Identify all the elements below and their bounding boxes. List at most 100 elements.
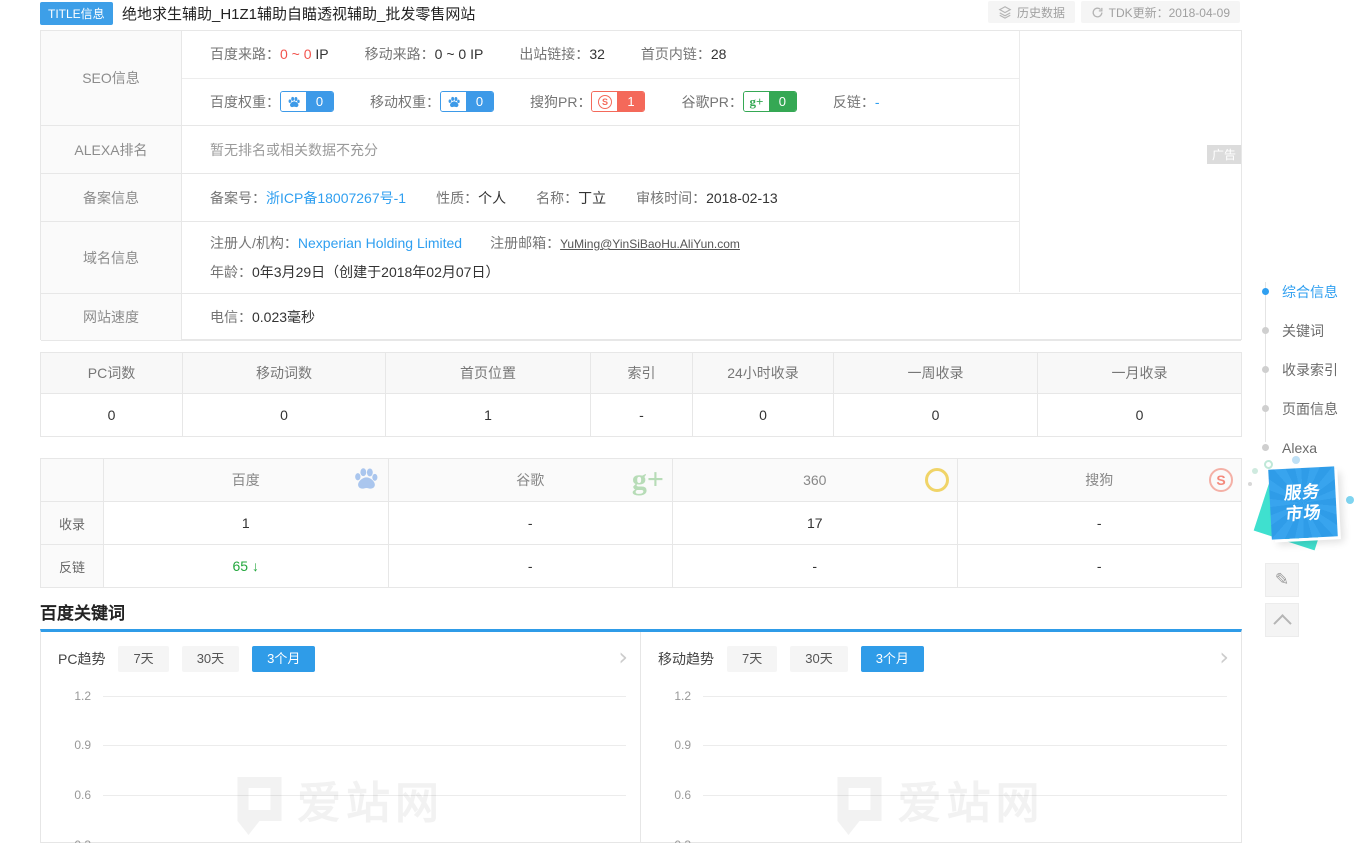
backlink-baidu: 65 ↓ xyxy=(104,545,389,587)
baidu-paw-icon xyxy=(441,92,466,111)
stats-header: 一月收录 xyxy=(1038,353,1241,393)
baidu-weight[interactable]: 百度权重：0 xyxy=(210,91,334,112)
back-to-top-button[interactable] xyxy=(1265,603,1299,637)
y-tick: 0.9 xyxy=(55,738,91,752)
collect-row-label: 收录 xyxy=(41,502,104,544)
stats-header: 24小时收录 xyxy=(693,353,834,393)
edit-button[interactable]: ✎ xyxy=(1265,563,1299,597)
tdk-button-label: TDK更新：2018-04-09 xyxy=(1109,4,1230,21)
sogou-s-icon: S xyxy=(592,92,617,111)
chevron-up-icon xyxy=(1273,614,1291,632)
y-tick: 0.6 xyxy=(55,788,91,802)
mobile-trend-panel: 移动趋势 7天 30天 3个月 › 1.2 0.9 0.6 0.3 爱站网 xyxy=(641,632,1241,842)
backlink-row: 反链 65 ↓ - - - xyxy=(41,544,1241,587)
google-pr-badge[interactable]: g+0 xyxy=(743,91,797,112)
mobile-tab-7d[interactable]: 7天 xyxy=(727,646,777,672)
nav-item-keywords[interactable]: 关键词 xyxy=(1262,311,1362,350)
backlink-baidu-link[interactable]: 65 ↓ xyxy=(233,558,259,574)
seo-info-table: SEO信息 百度来路：0 ~ 0 IP 移动来路：0 ~ 0 IP 出站链接：3… xyxy=(40,30,1242,340)
pc-tab-7d[interactable]: 7天 xyxy=(118,646,168,672)
speed-value: 电信：0.023毫秒 xyxy=(210,307,315,327)
google-pr[interactable]: 谷歌PR：g+0 xyxy=(681,91,796,112)
aizhan-watermark: 爱站网 xyxy=(838,767,1045,831)
y-tick: 0.3 xyxy=(655,838,691,843)
gridline xyxy=(703,795,1227,796)
baidu-paw-icon xyxy=(281,92,306,111)
engine-header-row: 百度 谷歌g+ 360 搜狗S xyxy=(41,459,1241,501)
pc-trend-label: PC趋势 xyxy=(58,649,105,669)
baidu-weight-badge[interactable]: 0 xyxy=(280,91,334,112)
nav-item-page-info[interactable]: 页面信息 xyxy=(1262,389,1362,428)
domain-age-line: 年龄：0年3月29日（创建于2018年02月07日） xyxy=(210,262,499,282)
mobile-weight[interactable]: 移动权重：0 xyxy=(370,91,494,112)
sogou-pr[interactable]: 搜狗PR：S1 xyxy=(530,91,645,112)
stats-value-row: 0 0 1 - 0 0 0 xyxy=(41,393,1241,436)
row-label-icp: 备案信息 xyxy=(41,174,182,221)
gridline xyxy=(103,696,626,697)
y-tick: 0.3 xyxy=(55,838,91,843)
sogou-pr-badge[interactable]: S1 xyxy=(591,91,645,112)
stats-value: 0 xyxy=(834,393,1038,436)
pc-panel-next-icon[interactable]: › xyxy=(618,644,628,670)
pc-tab-30d[interactable]: 30天 xyxy=(182,646,239,672)
engine-header-360: 360 xyxy=(673,459,958,501)
y-tick: 1.2 xyxy=(55,689,91,703)
baidu-traffic: 百度来路：0 ~ 0 IP xyxy=(210,44,329,64)
backlinks: 反链：- xyxy=(833,92,880,112)
register-email: 注册邮箱：YuMing@YinSiBaoHu.AliYun.com xyxy=(490,233,740,253)
mobile-tab-3m[interactable]: 3个月 xyxy=(861,646,924,672)
gridline xyxy=(103,795,626,796)
nav-dot xyxy=(1262,366,1269,373)
register-email-link[interactable]: YuMing@YinSiBaoHu.AliYun.com xyxy=(560,237,740,251)
gridline xyxy=(703,696,1227,697)
nav-item-index[interactable]: 收录索引 xyxy=(1262,350,1362,389)
stats-header: 一周收录 xyxy=(834,353,1038,393)
stats-header-row: PC词数 移动词数 首页位置 索引 24小时收录 一周收录 一月收录 xyxy=(41,353,1241,393)
backlinks-link[interactable]: - xyxy=(875,94,880,110)
backlink-row-label: 反链 xyxy=(41,545,104,587)
service-market-label: 服务 市场 xyxy=(1268,466,1338,539)
keyword-stats-table: PC词数 移动词数 首页位置 索引 24小时收录 一周收录 一月收录 0 0 1… xyxy=(40,352,1242,437)
row-label-domain: 域名信息 xyxy=(41,222,182,293)
ad-tag: 广告 xyxy=(1207,145,1241,164)
mobile-tab-30d[interactable]: 30天 xyxy=(790,646,847,672)
row-label-alexa: ALEXA排名 xyxy=(41,126,182,173)
stats-value: 0 xyxy=(1038,393,1241,436)
icp-number-link[interactable]: 浙ICP备18007267号-1 xyxy=(266,190,406,206)
backlink-360: - xyxy=(673,545,958,587)
registrant: 注册人/机构：Nexperian Holding Limited xyxy=(210,233,462,253)
aizhan-logo-icon xyxy=(838,777,882,821)
engine-corner-cell xyxy=(41,459,104,501)
stats-value: - xyxy=(591,393,693,436)
row-label-seo: SEO信息 xyxy=(41,31,182,125)
registrant-link[interactable]: Nexperian Holding Limited xyxy=(298,235,462,251)
engine-header-google: 谷歌g+ xyxy=(389,459,674,501)
down-arrow-icon: ↓ xyxy=(252,558,259,574)
tdk-update-button[interactable]: TDK更新：2018-04-09 xyxy=(1081,1,1240,23)
history-data-button[interactable]: 历史数据 xyxy=(988,1,1075,23)
nav-item-overview[interactable]: 综合信息 xyxy=(1262,272,1362,311)
mobile-weight-badge[interactable]: 0 xyxy=(440,91,494,112)
backlink-google: - xyxy=(389,545,674,587)
outbound-links: 出站链接：32 xyxy=(519,44,605,64)
stats-value: 1 xyxy=(386,393,591,436)
alexa-no-data-text: 暂无排名或相关数据不充分 xyxy=(210,140,378,160)
title-info-badge: TITLE信息 xyxy=(40,2,113,25)
baidu-keywords-title: 百度关键词 xyxy=(40,599,125,624)
collect-google: - xyxy=(389,502,674,544)
layers-icon xyxy=(998,5,1012,19)
icp-audit-time: 审核时间：2018-02-13 xyxy=(636,188,778,208)
gridline xyxy=(703,745,1227,746)
deco-dot xyxy=(1248,482,1252,486)
mobile-trend-label: 移动趋势 xyxy=(658,649,714,669)
icp-nature: 性质：个人 xyxy=(436,188,506,208)
mobile-panel-next-icon[interactable]: › xyxy=(1219,644,1229,670)
nav-dot xyxy=(1262,444,1269,451)
gridline xyxy=(103,745,626,746)
homepage-inlinks: 首页内链：28 xyxy=(641,44,727,64)
seo-report-page: TITLE信息 绝地求生辅助_H1Z1辅助自瞄透视辅助_批发零售网站 历史数据 … xyxy=(0,0,1362,843)
baidu-paw-icon xyxy=(352,465,380,496)
trend-charts-container: PC趋势 7天 30天 3个月 › 1.2 0.9 0.6 0.3 爱站网 移动… xyxy=(40,629,1242,843)
pc-tab-3m[interactable]: 3个月 xyxy=(252,646,315,672)
service-market-badge[interactable]: 服务 市场 xyxy=(1256,462,1348,564)
